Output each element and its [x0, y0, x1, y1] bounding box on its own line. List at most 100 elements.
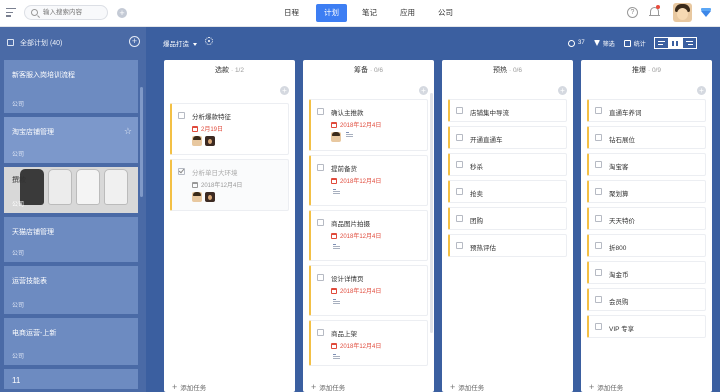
task-card[interactable]: 淘宝客: [587, 153, 706, 176]
avatar[interactable]: [205, 136, 215, 146]
task-card[interactable]: 商品图片拍摄 2018年12月4日: [309, 210, 428, 261]
assignees: [331, 189, 340, 195]
diamond-icon[interactable]: [701, 8, 711, 17]
column-header[interactable]: 预热 · 0/6: [442, 60, 573, 82]
tab-plan[interactable]: 计划: [316, 4, 347, 22]
column-header[interactable]: 推爆 · 0/9: [581, 60, 712, 82]
notification-bell-icon[interactable]: [649, 5, 660, 17]
sidebar-scrollbar[interactable]: [140, 87, 143, 197]
subtask-icon: [333, 299, 340, 305]
task-card[interactable]: 天天特价: [587, 207, 706, 230]
add-plan-button[interactable]: +: [129, 36, 140, 47]
task-card[interactable]: 开通直通车: [448, 126, 567, 149]
plan-card[interactable]: 电商运营-上新 公司: [4, 318, 138, 365]
add-task-button[interactable]: + 添加任务: [589, 382, 623, 392]
task-card[interactable]: 商品上架 2018年12月4日: [309, 320, 428, 366]
task-checkbox[interactable]: [317, 274, 324, 281]
sidebar-title[interactable]: 全部计划 (40): [20, 38, 62, 48]
task-card[interactable]: 确认主推款 2018年12月4日: [309, 99, 428, 151]
search-box[interactable]: [24, 5, 108, 20]
task-card[interactable]: 分析爆款特征 2月19日: [170, 103, 289, 155]
search-input[interactable]: [43, 7, 105, 18]
task-checkbox[interactable]: [317, 108, 324, 115]
task-card[interactable]: VIP 专享: [587, 315, 706, 338]
category-dropdown[interactable]: 爆品打造: [163, 38, 197, 48]
plan-card[interactable]: 天猫店铺管理 公司: [4, 217, 138, 262]
task-checkbox[interactable]: [456, 215, 463, 222]
column-header[interactable]: 筹备 · 0/6: [303, 60, 434, 82]
task-checkbox[interactable]: [595, 134, 602, 141]
task-card[interactable]: 直通车养词: [587, 99, 706, 122]
task-checkbox[interactable]: [595, 215, 602, 222]
add-task-button[interactable]: + 添加任务: [450, 382, 484, 392]
task-checkbox[interactable]: [317, 164, 324, 171]
board-column: 预热 · 0/6 + 店铺集中导流 开通直通车 秒杀 抢卖 团购 预热评估 + 添…: [442, 60, 573, 392]
task-card[interactable]: 会员购: [587, 288, 706, 311]
tab-company[interactable]: 公司: [430, 4, 461, 22]
stats-button[interactable]: 统计: [623, 39, 646, 48]
task-card[interactable]: 淘金币: [587, 261, 706, 284]
task-card-done[interactable]: 分析单日大环境 2018年12月4日: [170, 159, 289, 211]
task-card[interactable]: 折800: [587, 234, 706, 257]
avatar[interactable]: [331, 132, 341, 142]
column-header[interactable]: 选款 · 1/2: [164, 60, 295, 82]
user-avatar[interactable]: [673, 3, 692, 22]
task-checkbox-checked[interactable]: [178, 168, 185, 175]
plan-card-selected[interactable]: 淘宝店铺管理 ☆ 公司: [4, 117, 138, 163]
timeline-view-icon[interactable]: [681, 37, 697, 49]
board-view-icon[interactable]: [667, 37, 683, 49]
task-card[interactable]: 设计详情页 2018年12月4日: [309, 265, 428, 316]
add-task-icon[interactable]: +: [558, 86, 567, 95]
task-card[interactable]: 预热评估: [448, 234, 567, 257]
task-card[interactable]: 店铺集中导流: [448, 99, 567, 122]
task-card[interactable]: 秒杀: [448, 153, 567, 176]
task-checkbox[interactable]: [595, 188, 602, 195]
task-checkbox[interactable]: [456, 161, 463, 168]
list-view-icon[interactable]: [653, 37, 669, 49]
menu-icon[interactable]: [6, 8, 16, 17]
task-checkbox[interactable]: [317, 219, 324, 226]
task-checkbox[interactable]: [317, 329, 324, 336]
task-checkbox[interactable]: [595, 269, 602, 276]
tab-notes[interactable]: 笔记: [354, 4, 385, 22]
task-checkbox[interactable]: [595, 161, 602, 168]
tab-schedule[interactable]: 日程: [276, 4, 307, 22]
task-card[interactable]: 团购: [448, 207, 567, 230]
avatar[interactable]: [205, 192, 215, 202]
add-task-icon[interactable]: +: [697, 86, 706, 95]
task-checkbox[interactable]: [595, 242, 602, 249]
add-task-button[interactable]: + 添加任务: [311, 382, 345, 392]
quick-add-button[interactable]: +: [117, 8, 127, 18]
filter-button[interactable]: 筛选: [593, 39, 615, 48]
task-card[interactable]: 抢卖: [448, 180, 567, 203]
avatar[interactable]: [192, 192, 202, 202]
column-scrollbar[interactable]: [430, 93, 433, 333]
cover-image: [104, 169, 128, 205]
task-card[interactable]: 聚划算: [587, 180, 706, 203]
add-task-icon[interactable]: +: [419, 86, 428, 95]
add-task-button[interactable]: + 添加任务: [172, 382, 206, 392]
task-checkbox[interactable]: [595, 107, 602, 114]
help-icon[interactable]: ?: [627, 7, 638, 18]
plan-card[interactable]: 撰款 公司: [4, 167, 138, 213]
plan-card[interactable]: 新客服入岗培训流程 公司: [4, 60, 138, 113]
subtask-icon: [333, 244, 340, 250]
task-checkbox[interactable]: [456, 188, 463, 195]
task-checkbox[interactable]: [456, 242, 463, 249]
star-icon[interactable]: ☆: [124, 126, 132, 137]
tab-apps[interactable]: 应用: [392, 4, 423, 22]
task-checkbox[interactable]: [456, 134, 463, 141]
task-checkbox[interactable]: [595, 296, 602, 303]
add-task-icon[interactable]: +: [280, 86, 289, 95]
plan-card[interactable]: 运营技能表 公司: [4, 266, 138, 314]
plan-title: 新客服入岗培训流程: [12, 72, 75, 79]
avatar[interactable]: [192, 136, 202, 146]
task-checkbox[interactable]: [456, 107, 463, 114]
task-checkbox[interactable]: [595, 323, 602, 330]
task-card[interactable]: 提前备货 2018年12月4日: [309, 155, 428, 206]
members-button[interactable]: 37: [568, 39, 585, 47]
gear-icon[interactable]: [205, 37, 213, 45]
task-checkbox[interactable]: [178, 112, 185, 119]
task-card[interactable]: 钻石展位: [587, 126, 706, 149]
plan-card[interactable]: 11: [4, 369, 138, 389]
